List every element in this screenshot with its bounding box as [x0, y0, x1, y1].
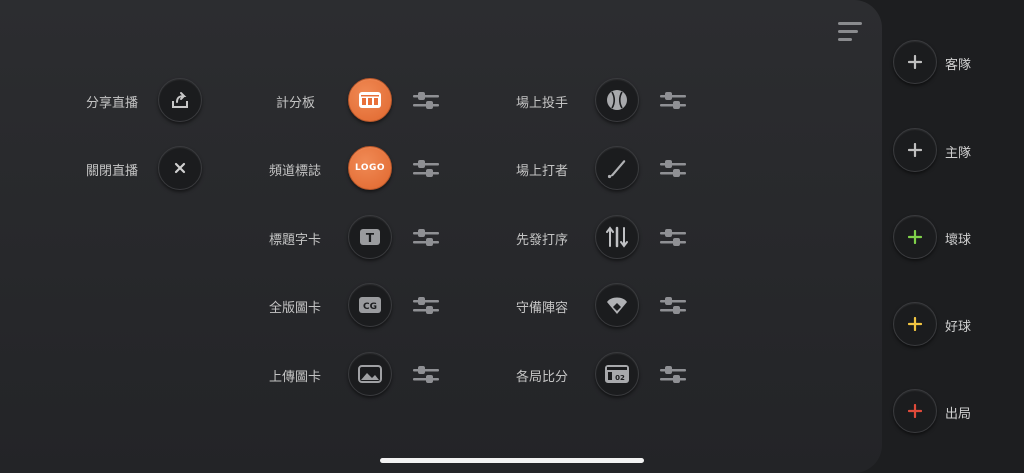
close-live-button[interactable]: [158, 146, 202, 190]
menu-icon[interactable]: [838, 22, 864, 44]
lineup-button[interactable]: [595, 215, 639, 259]
plus-icon: [908, 317, 922, 331]
defense-button[interactable]: [595, 283, 639, 327]
cg-icon: CG: [359, 297, 381, 313]
overlay-label-full-card: 全版圖卡: [269, 301, 322, 316]
home-team-label: 主隊: [945, 146, 972, 161]
overlay-label-batter: 場上打者: [516, 164, 569, 179]
share-live-button[interactable]: [158, 78, 202, 122]
inning-score-settings-icon[interactable]: [660, 365, 686, 385]
channel-logo-settings-icon[interactable]: [413, 159, 439, 179]
away-team-label: 客隊: [945, 58, 972, 73]
overlay-label-lineup: 先發打序: [516, 233, 569, 248]
inning-score-icon: 02: [605, 365, 629, 383]
image-upload-icon: [358, 365, 382, 383]
batter-button[interactable]: [595, 146, 639, 190]
field-icon: [607, 297, 627, 314]
full-card-settings-icon[interactable]: [413, 296, 439, 316]
out-add-button[interactable]: [893, 389, 937, 433]
overlay-label-upload-card: 上傳圖卡: [269, 370, 322, 385]
plus-icon: [908, 143, 922, 157]
pitcher-settings-icon[interactable]: [660, 91, 686, 111]
channel-logo-button[interactable]: LOGO: [348, 146, 392, 190]
plus-icon: [908, 230, 922, 244]
title-card-icon: T: [360, 229, 380, 245]
plus-icon: [908, 404, 922, 418]
share-icon: [172, 92, 188, 108]
title-card-settings-icon[interactable]: [413, 228, 439, 248]
title-card-button[interactable]: T: [348, 215, 392, 259]
strike-label: 好球: [945, 320, 972, 335]
bat-icon: [607, 160, 626, 179]
lineup-settings-icon[interactable]: [660, 228, 686, 248]
logo-icon: LOGO: [354, 163, 386, 173]
svg-text:T: T: [366, 231, 375, 245]
upload-card-button[interactable]: [348, 352, 392, 396]
overlay-label-title-card: 標題字卡: [269, 233, 322, 248]
svg-text:02: 02: [615, 374, 625, 382]
scoreboard-icon: [359, 92, 381, 108]
strike-add-button[interactable]: [893, 302, 937, 346]
close-live-label: 關閉直播: [86, 164, 139, 179]
out-label: 出局: [945, 407, 972, 422]
svg-text:CG: CG: [363, 302, 377, 312]
plus-icon: [908, 55, 922, 69]
scoreboard-settings-icon[interactable]: [413, 91, 439, 111]
full-card-button[interactable]: CG: [348, 283, 392, 327]
away-team-add-button[interactable]: [893, 40, 937, 84]
home-team-add-button[interactable]: [893, 128, 937, 172]
scoreboard-button[interactable]: [348, 78, 392, 122]
close-icon: [174, 162, 186, 174]
pitcher-button[interactable]: [595, 78, 639, 122]
defense-settings-icon[interactable]: [660, 296, 686, 316]
lineup-icon: [606, 226, 628, 248]
overlay-label-scoreboard: 計分板: [276, 96, 316, 111]
ball-add-button[interactable]: [893, 215, 937, 259]
baseball-icon: [607, 90, 627, 110]
overlay-label-channel-logo: 頻道標誌: [269, 164, 322, 179]
overlay-label-inning-score: 各局比分: [516, 370, 569, 385]
batter-settings-icon[interactable]: [660, 159, 686, 179]
overlay-label-pitcher: 場上投手: [516, 96, 569, 111]
control-panel: 分享直播 關閉直播 計分板 頻道標誌 LOGO 標題字卡 T 全版圖卡 CG 上…: [0, 0, 882, 473]
overlay-label-defense: 守備陣容: [516, 301, 569, 316]
ball-label: 壞球: [945, 233, 972, 248]
upload-card-settings-icon[interactable]: [413, 365, 439, 385]
share-live-label: 分享直播: [86, 96, 139, 111]
inning-score-button[interactable]: 02: [595, 352, 639, 396]
home-indicator[interactable]: [380, 458, 644, 463]
